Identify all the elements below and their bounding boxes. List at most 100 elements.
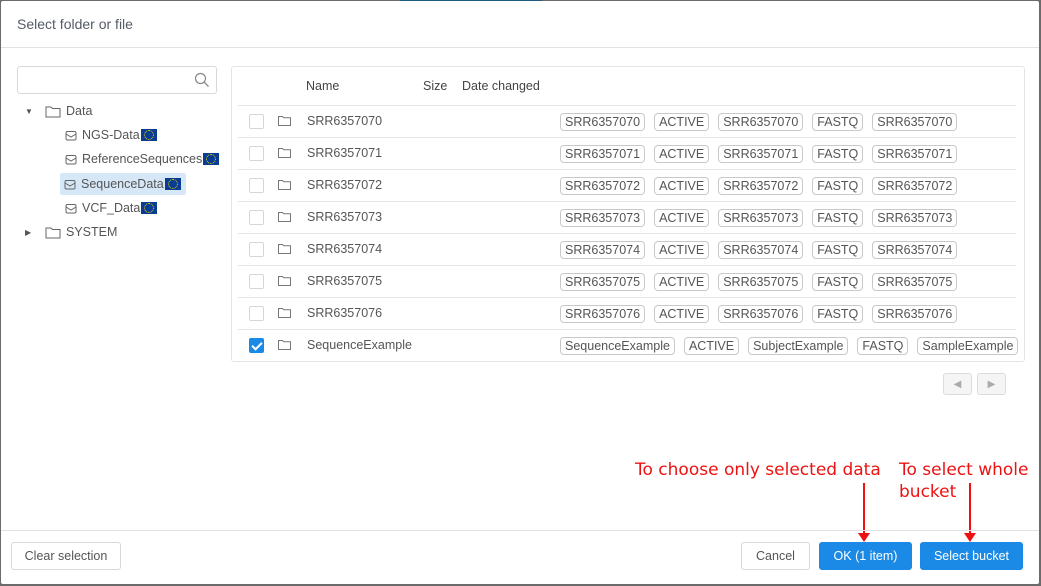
table-row[interactable]: SRR6357076 SRR6357076 ACTIVE SRR6357076 FAST… (238, 297, 1016, 330)
column-header-size[interactable]: Size (423, 79, 447, 93)
folder-icon (278, 340, 291, 350)
row-checkbox[interactable] (249, 242, 264, 257)
metadata-tag: SRR6357071 (718, 145, 804, 163)
tree-node-label: SYSTEM (66, 225, 118, 239)
folder-icon (278, 244, 291, 254)
metadata-tag: FASTQ (812, 113, 864, 131)
metadata-tag: SRR6357076 (560, 305, 646, 323)
tree-node-vcf-data[interactable]: VCF_Data (61, 197, 161, 219)
row-tags: SRR6357070 ACTIVE SRR6357070 FASTQ SRR635707… (560, 113, 958, 131)
tree-search-box[interactable] (17, 66, 217, 94)
tree-node-system[interactable]: ▶ SYSTEM (25, 221, 117, 243)
clear-selection-button[interactable]: Clear selection (11, 542, 121, 570)
metadata-tag: FASTQ (812, 273, 864, 291)
metadata-tag: SRR6357073 (560, 209, 646, 227)
tree-node-data[interactable]: ▼ Data (25, 100, 92, 122)
metadata-tag: SRR6357070 (872, 113, 958, 131)
metadata-tag: SRR6357070 (560, 113, 646, 131)
table-row[interactable]: SRR6357073 SRR6357073 ACTIVE SRR6357073 FAST… (238, 201, 1016, 234)
tree-node-sequence-data[interactable]: SequenceData (60, 173, 186, 195)
table-row[interactable]: SRR6357074 SRR6357074 ACTIVE SRR6357074 FAST… (238, 233, 1016, 266)
tree-search-input[interactable] (24, 68, 198, 92)
next-page-button[interactable]: ▶ (977, 373, 1006, 395)
metadata-tag: SRR6357074 (872, 241, 958, 259)
caret-down-icon[interactable]: ▼ (25, 107, 35, 116)
row-checkbox[interactable] (249, 178, 264, 193)
row-checkbox[interactable] (249, 306, 264, 321)
bucket-icon (65, 154, 77, 164)
table-row[interactable]: SRR6357070 SRR6357070 ACTIVE SRR6357070 FAST… (238, 105, 1016, 138)
bucket-icon (65, 203, 77, 213)
annotation-arrow-bucket (964, 483, 976, 542)
select-bucket-button[interactable]: Select bucket (920, 542, 1023, 570)
tree-node-reference-sequences[interactable]: ReferenceSequences (61, 148, 223, 170)
table-row[interactable]: SRR6357072 SRR6357072 ACTIVE SRR6357072 FAST… (238, 169, 1016, 202)
column-header-date-changed[interactable]: Date changed (462, 79, 540, 93)
metadata-tag: SampleExample (917, 337, 1019, 355)
metadata-tag: SRR6357075 (718, 273, 804, 291)
row-name[interactable]: SRR6357076 (307, 306, 382, 320)
row-checkbox[interactable] (249, 338, 264, 353)
row-name[interactable]: SRR6357072 (307, 178, 382, 192)
cancel-button[interactable]: Cancel (741, 542, 810, 570)
metadata-tag: SRR6357076 (718, 305, 804, 323)
folder-icon (45, 106, 61, 117)
ok-button[interactable]: OK (1 item) (819, 542, 912, 570)
dialog-title: Select folder or file (17, 16, 133, 32)
tree-node-label: Data (66, 104, 93, 118)
row-checkbox[interactable] (249, 210, 264, 225)
row-tags: SRR6357075 ACTIVE SRR6357075 FASTQ SRR635707… (560, 273, 958, 291)
dialog-footer: Clear selection Cancel OK (1 item) Selec… (1, 530, 1039, 585)
table-row[interactable]: SRR6357071 SRR6357071 ACTIVE SRR6357071 FAST… (238, 137, 1016, 170)
row-name[interactable]: SRR6357070 (307, 114, 382, 128)
search-icon[interactable] (194, 72, 210, 88)
metadata-tag: FASTQ (857, 337, 909, 355)
folder-icon (278, 276, 291, 286)
table-row[interactable]: SRR6357075 SRR6357075 ACTIVE SRR6357075 FAST… (238, 265, 1016, 298)
metadata-tag: ACTIVE (654, 273, 710, 291)
prev-page-button[interactable]: ◀ (943, 373, 972, 395)
metadata-tag: SRR6357074 (560, 241, 646, 259)
row-tags: SRR6357073 ACTIVE SRR6357073 FASTQ SRR635707… (560, 209, 958, 227)
row-name[interactable]: SRR6357075 (307, 274, 382, 288)
metadata-tag: FASTQ (812, 209, 864, 227)
annotation-bucket-note-line1: To select whole (899, 460, 1029, 480)
metadata-tag: SRR6357072 (560, 177, 646, 195)
table-row[interactable]: SequenceExample SequenceExample ACTIVE Subj… (238, 329, 1019, 362)
metadata-tag: SRR6357075 (872, 273, 958, 291)
metadata-tag: SRR6357076 (872, 305, 958, 323)
annotation-arrow-ok (858, 483, 870, 542)
eu-flag-icon (203, 153, 220, 165)
metadata-tag: FASTQ (812, 145, 864, 163)
row-checkbox[interactable] (249, 146, 264, 161)
tree-node-ngs-data[interactable]: NGS-Data (61, 124, 161, 146)
select-folder-dialog: Select folder or file ▼ Data NGS-Data Re… (1, 1, 1039, 584)
row-tags: SRR6357076 ACTIVE SRR6357076 FASTQ SRR635707… (560, 305, 958, 323)
metadata-tag: SRR6357071 (872, 145, 958, 163)
eu-flag-icon (140, 129, 157, 141)
metadata-tag: SRR6357072 (872, 177, 958, 195)
row-name[interactable]: SRR6357073 (307, 210, 382, 224)
row-checkbox[interactable] (249, 274, 264, 289)
folder-icon (278, 212, 291, 222)
metadata-tag: ACTIVE (654, 305, 710, 323)
tree-node-label: SequenceData (81, 177, 164, 191)
row-name[interactable]: SRR6357071 (307, 146, 382, 160)
metadata-tag: FASTQ (812, 241, 864, 259)
row-checkbox[interactable] (249, 114, 264, 129)
metadata-tag: FASTQ (812, 177, 864, 195)
row-name[interactable]: SequenceExample (307, 338, 412, 352)
metadata-tag: ACTIVE (654, 145, 710, 163)
column-header-name[interactable]: Name (306, 79, 339, 93)
annotation-ok-note: To choose only selected data (635, 460, 881, 480)
tree-node-label: ReferenceSequences (82, 152, 203, 166)
metadata-tag: ACTIVE (683, 337, 740, 355)
chevron-left-icon: ◀ (953, 378, 962, 390)
caret-right-icon[interactable]: ▶ (25, 228, 35, 237)
metadata-tag: SRR6357070 (718, 113, 804, 131)
metadata-tag: SRR6357074 (718, 241, 804, 259)
metadata-tag: SequenceExample (560, 337, 675, 355)
eu-flag-icon (164, 178, 181, 190)
folder-tree-panel: ▼ Data NGS-Data ReferenceSequences Seque… (17, 66, 220, 239)
row-name[interactable]: SRR6357074 (307, 242, 382, 256)
